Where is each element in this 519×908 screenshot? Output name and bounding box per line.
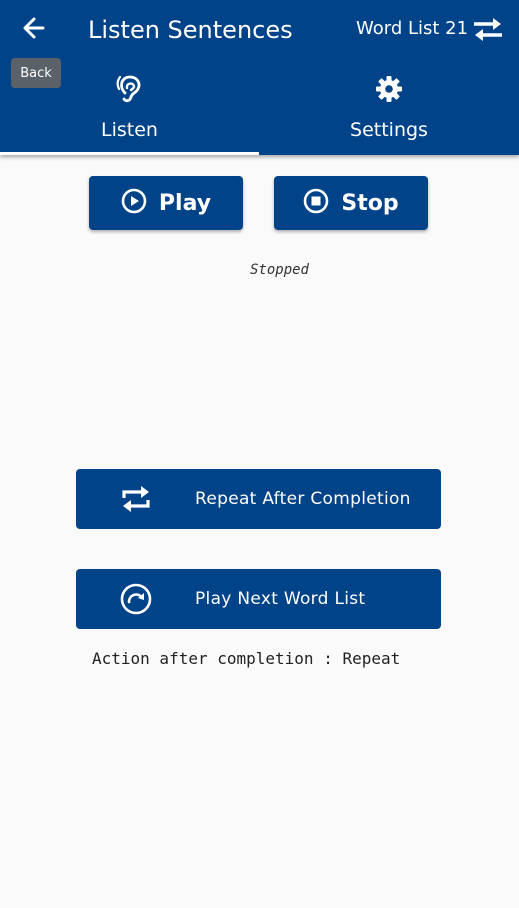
playback-status: Stopped (249, 262, 309, 278)
tab-settings-label: Settings (350, 119, 428, 141)
active-tab-indicator (0, 152, 259, 155)
page-title: Listen Sentences (88, 16, 293, 44)
tab-listen-label: Listen (101, 119, 158, 141)
stop-button-label: Stop (341, 190, 399, 216)
ear-icon (0, 72, 259, 106)
play-next-word-list-button[interactable]: Play Next Word List (76, 569, 441, 629)
tab-listen[interactable]: Listen (0, 60, 259, 155)
play-next-word-list-label: Play Next Word List (195, 589, 366, 609)
swap-arrows-icon[interactable] (468, 12, 508, 46)
completion-action-text: Action after completion : Repeat (92, 649, 401, 668)
gear-icon (259, 72, 519, 106)
tab-settings[interactable]: Settings (259, 60, 519, 155)
play-circle-icon (121, 188, 147, 218)
back-arrow-icon[interactable] (14, 10, 54, 46)
word-list-label: Word List 21 (356, 18, 469, 39)
stop-button[interactable]: Stop (274, 176, 428, 230)
redo-circle-icon (118, 582, 154, 616)
play-button[interactable]: Play (89, 176, 243, 230)
repeat-after-completion-button[interactable]: Repeat After Completion (76, 469, 441, 529)
play-button-label: Play (158, 190, 212, 216)
repeat-icon (118, 482, 154, 516)
app-header: Back Listen Sentences Word List 21 Liste… (0, 0, 519, 155)
repeat-after-completion-label: Repeat After Completion (195, 489, 411, 509)
stop-circle-icon (303, 188, 329, 218)
